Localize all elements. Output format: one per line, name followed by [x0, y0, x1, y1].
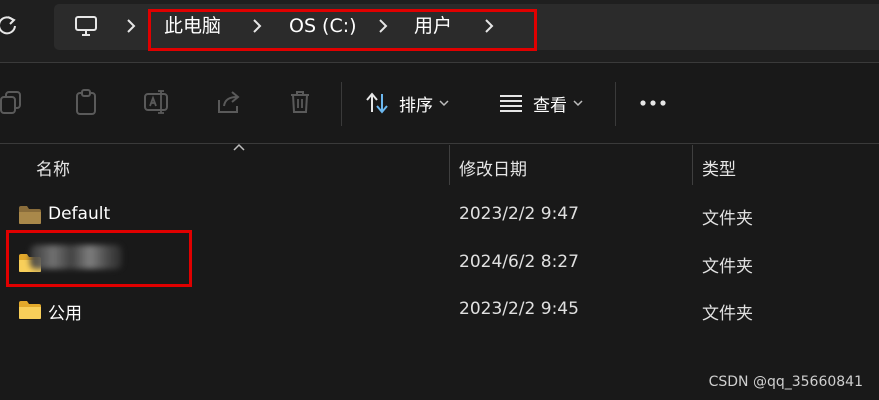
address-bar[interactable]: 此电脑 OS (C:) 用户 — [54, 4, 879, 50]
file-date: 2023/2/2 9:47 — [459, 204, 579, 224]
view-list-icon — [500, 95, 522, 112]
watermark: CSDN @qq_35660841 — [708, 374, 863, 390]
sort-icon — [366, 92, 388, 114]
sort-label: 排序 — [399, 95, 433, 116]
file-type: 文件夹 — [702, 257, 753, 277]
breadcrumb-this-pc[interactable]: 此电脑 — [164, 14, 221, 38]
chevron-right-icon[interactable] — [250, 17, 264, 35]
blurred-username — [30, 245, 122, 269]
file-name: Default — [48, 204, 111, 224]
refresh-icon — [0, 16, 16, 35]
column-header-name[interactable]: 名称 — [36, 155, 70, 180]
toolbar-separator — [615, 82, 616, 126]
file-type: 文件夹 — [702, 209, 753, 229]
divider — [0, 62, 879, 63]
trash-icon — [291, 91, 309, 113]
chevron-right-icon[interactable] — [482, 17, 496, 35]
refresh-button[interactable] — [0, 12, 20, 38]
file-type: 文件夹 — [702, 304, 753, 324]
sort-ascending-icon — [233, 143, 245, 151]
chevron-right-icon[interactable] — [376, 17, 390, 35]
file-date: 2024/6/2 8:27 — [459, 252, 579, 272]
share-button[interactable] — [215, 88, 243, 116]
copy-icon — [0, 91, 21, 114]
title-bar: 此电脑 OS (C:) 用户 — [0, 0, 879, 62]
file-date: 2023/2/2 9:45 — [459, 299, 579, 319]
copy-button[interactable] — [0, 88, 26, 116]
folder-icon — [19, 301, 41, 319]
more-options-icon[interactable] — [638, 96, 670, 110]
this-pc-icon[interactable] — [74, 15, 98, 37]
rename-button[interactable] — [142, 88, 170, 116]
file-row-default[interactable]: Default 2023/2/2 9:47 文件夹 — [0, 192, 879, 238]
paste-button[interactable] — [72, 88, 100, 116]
file-row-user[interactable]: 2024/6/2 8:27 文件夹 — [0, 240, 879, 286]
delete-button[interactable] — [286, 88, 314, 116]
folder-icon — [19, 206, 41, 224]
chevron-down-icon — [573, 100, 583, 107]
divider — [0, 143, 879, 144]
view-label: 查看 — [533, 95, 567, 116]
breadcrumb-drive-c[interactable]: OS (C:) — [289, 14, 357, 38]
toolbar-separator — [341, 82, 342, 126]
column-header-date[interactable]: 修改日期 — [459, 155, 527, 180]
column-separator[interactable] — [692, 145, 693, 185]
chevron-right-icon[interactable] — [124, 17, 138, 35]
view-button[interactable]: 查看 — [498, 88, 583, 118]
chevron-down-icon — [439, 100, 449, 107]
rename-icon — [144, 90, 168, 114]
column-header-type[interactable]: 类型 — [702, 155, 736, 180]
breadcrumb-users[interactable]: 用户 — [414, 14, 452, 38]
file-name: 公用 — [48, 304, 82, 324]
column-separator[interactable] — [449, 145, 450, 185]
sort-button[interactable]: 排序 — [364, 88, 449, 118]
file-row-public[interactable]: 公用 2023/2/2 9:45 文件夹 — [0, 287, 879, 333]
share-icon — [218, 91, 240, 113]
clipboard-icon — [76, 89, 96, 115]
